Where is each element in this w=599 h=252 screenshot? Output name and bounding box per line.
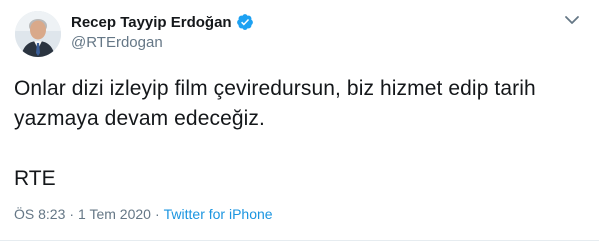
tweet-source-link[interactable]: Twitter for iPhone [164,206,273,222]
tweet-time[interactable]: ÖS 8:23 [14,206,65,222]
author-name-row[interactable]: Recep Tayyip Erdoğan [71,12,254,32]
tweet-card: Recep Tayyip Erdoğan @RTErdogan Onlar di… [0,0,599,252]
verified-badge-icon [236,13,254,31]
chevron-down-icon[interactable] [562,12,582,28]
tweet-text: Onlar dizi izleyip film çeviredursun, bi… [14,74,589,134]
profile-photo-icon [15,11,61,57]
tweet-meta: ÖS 8:23 · 1 Tem 2020 · Twitter for iPhon… [14,206,273,222]
tweet-text-line: yazmaya devam edeceğiz. [14,107,265,130]
avatar[interactable] [15,11,61,57]
display-name[interactable]: Recep Tayyip Erdoğan [71,14,232,31]
author-handle[interactable]: @RTErdogan [71,34,163,51]
meta-separator: · [69,206,75,222]
tweet-date[interactable]: 1 Tem 2020 [78,206,151,222]
meta-separator: · [154,206,160,222]
tweet-text-line: Onlar dizi izleyip film çeviredursun, bi… [14,77,536,100]
tweet-signature: RTE [14,167,56,190]
divider [0,240,599,241]
